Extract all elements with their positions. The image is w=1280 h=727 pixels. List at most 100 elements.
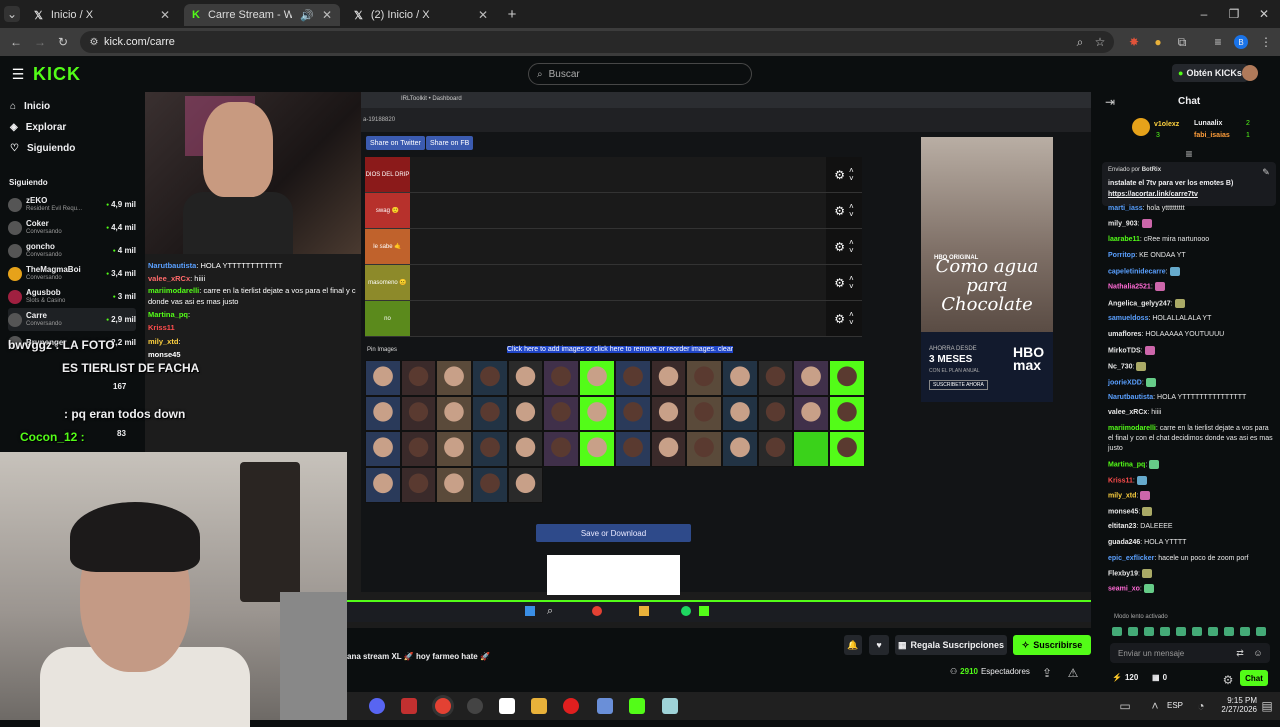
user-avatar[interactable]: [1242, 65, 1258, 81]
tab-x-inicio-2[interactable]: 𝕏 (2) Inicio / X ✕: [346, 4, 496, 26]
opera-icon[interactable]: [563, 698, 579, 714]
window-close-icon[interactable]: ✕: [1256, 6, 1272, 22]
nav-inicio[interactable]: ⌂ Inicio: [10, 101, 50, 112]
send-chat-button[interactable]: Chat: [1240, 670, 1268, 686]
emote-icon[interactable]: [1128, 627, 1138, 636]
gift-subs-button[interactable]: ▦ Regala Suscripciones: [895, 635, 1007, 655]
site-info-icon[interactable]: ⚙: [86, 34, 102, 50]
close-icon[interactable]: ✕: [322, 8, 332, 22]
new-tab-icon[interactable]: +: [504, 6, 520, 23]
discord-icon[interactable]: [369, 698, 385, 714]
chrome-icon[interactable]: [435, 698, 451, 714]
wifi-icon[interactable]: ◔: [1193, 698, 1209, 714]
back-icon[interactable]: ←: [8, 34, 24, 50]
folder-icon[interactable]: [531, 698, 547, 714]
emote-icon[interactable]: [1240, 627, 1250, 636]
tab-search-icon[interactable]: ⌄: [4, 6, 20, 22]
minimize-icon[interactable]: –: [1196, 6, 1212, 22]
following-item[interactable]: CokerConversando 4,4 mil: [8, 216, 136, 239]
pin-icon[interactable]: ✎: [1258, 164, 1274, 180]
clock[interactable]: 9:15 PM 2/27/2026: [1217, 696, 1257, 714]
chat-username[interactable]: samueldoss: [1108, 315, 1148, 322]
close-icon[interactable]: ✕: [478, 8, 488, 22]
chat-username[interactable]: marti_iass: [1108, 205, 1143, 212]
chat-username[interactable]: Nathalia2521: [1108, 283, 1151, 290]
extension-icon[interactable]: ✸: [1126, 34, 1142, 50]
chat-username[interactable]: laarabe11: [1108, 236, 1140, 243]
chat-username[interactable]: seami_xo: [1108, 585, 1140, 592]
profile-avatar[interactable]: B: [1234, 35, 1248, 49]
pinned-link[interactable]: https://acortar.link/carre7tv: [1108, 191, 1198, 198]
chat-username[interactable]: Flexby19: [1108, 570, 1138, 577]
nav-siguiendo[interactable]: ♡ Siguiendo: [10, 143, 75, 154]
tray-overflow-icon[interactable]: ˄: [1147, 698, 1163, 714]
app-icon[interactable]: [499, 698, 515, 714]
emote-icon[interactable]: [1176, 627, 1186, 636]
chat-settings-gear-icon[interactable]: ⚙: [1220, 672, 1236, 688]
extensions-puzzle-icon[interactable]: ⧉: [1174, 34, 1190, 50]
app-icon[interactable]: [662, 698, 678, 714]
emoji-icon[interactable]: ☺: [1250, 645, 1266, 661]
kick-app-icon[interactable]: [629, 698, 645, 714]
nav-explorar[interactable]: ◈ Explorar: [10, 122, 66, 133]
close-icon[interactable]: ✕: [160, 8, 170, 22]
app-icon[interactable]: [597, 698, 613, 714]
speaker-icon[interactable]: 🔊: [300, 9, 314, 22]
hamburger-menu-icon[interactable]: ☰: [10, 66, 26, 82]
chat-username[interactable]: Porritop: [1108, 252, 1135, 259]
subscribe-button[interactable]: ✧ Suscribirse: [1013, 635, 1091, 655]
chat-username[interactable]: joorieXDD: [1108, 379, 1142, 386]
chat-username[interactable]: Narutbautista: [1108, 394, 1153, 401]
kicks-balance[interactable]: ⚡ 120: [1112, 673, 1138, 682]
emote-icon[interactable]: [1224, 627, 1234, 636]
notifications-icon[interactable]: ▤: [1259, 698, 1275, 714]
menu-kebab-icon[interactable]: ⋮: [1258, 34, 1274, 50]
search-input[interactable]: ⌕ Buscar: [528, 63, 752, 85]
following-item[interactable]: TheMagmaBoiConversando 3,4 mil: [8, 262, 136, 285]
report-icon[interactable]: ⚠: [1065, 665, 1081, 681]
bookmark-star-icon[interactable]: ☆: [1092, 34, 1108, 50]
emote-icon[interactable]: [1192, 627, 1202, 636]
system-tray-icon[interactable]: ▭: [1117, 698, 1133, 714]
translate-icon[interactable]: ⇄: [1232, 645, 1248, 661]
maximize-icon[interactable]: ❐: [1226, 6, 1242, 22]
chat-username[interactable]: valee_xRCx: [1108, 409, 1147, 416]
chat-username[interactable]: mily_903: [1108, 220, 1138, 227]
emote-icon[interactable]: [1256, 627, 1266, 636]
gifts-balance[interactable]: ▦ 0: [1152, 673, 1167, 682]
follow-heart-button[interactable]: ♥: [869, 635, 889, 655]
app-icon[interactable]: [401, 698, 417, 714]
chat-username[interactable]: MirkoTDS: [1108, 347, 1141, 354]
get-kicks-button[interactable]: ● Obtén KICKs: [1172, 64, 1248, 82]
emote-icon[interactable]: [1144, 627, 1154, 636]
following-item[interactable]: AgusbobSlots & Casino 3 mil: [8, 285, 136, 308]
share-icon[interactable]: ⇪: [1039, 665, 1055, 681]
chat-username[interactable]: capeletinidecarre: [1108, 268, 1166, 275]
following-item[interactable]: gonchoConversando 4 mil: [8, 239, 136, 262]
tab-x-inicio[interactable]: 𝕏 Inicio / X ✕: [26, 4, 178, 26]
chat-input[interactable]: Enviar un mensaje ⇄ ☺: [1110, 643, 1270, 663]
following-item[interactable]: zEKOResident Evil Requ... 4,9 mil: [8, 193, 136, 216]
chat-username[interactable]: Kriss11: [1108, 477, 1133, 484]
chat-username[interactable]: Nc_730: [1108, 363, 1133, 370]
chat-username[interactable]: Angelica_gelyy247: [1108, 300, 1171, 307]
chat-username[interactable]: eltitan23: [1108, 523, 1136, 530]
language-indicator[interactable]: ESP: [1167, 701, 1183, 710]
chat-username[interactable]: umaflores: [1108, 331, 1141, 338]
reload-icon[interactable]: ↻: [55, 34, 71, 50]
chat-username[interactable]: epic_exflicker: [1108, 555, 1154, 562]
chat-username[interactable]: monse45: [1108, 508, 1138, 515]
expand-icon[interactable]: ≡: [1181, 146, 1197, 162]
zoom-icon[interactable]: ⌕: [1072, 34, 1088, 50]
obs-icon[interactable]: [467, 698, 483, 714]
chat-username[interactable]: guada246: [1108, 539, 1140, 546]
forward-icon[interactable]: →: [32, 34, 48, 50]
emote-icon[interactable]: [1112, 627, 1122, 636]
following-item-active[interactable]: CarreConversando 2,9 mil: [8, 308, 136, 331]
notification-bell-button[interactable]: 🔔: [844, 635, 862, 655]
kick-logo[interactable]: KICK: [33, 64, 81, 85]
extension-icon[interactable]: ●: [1150, 34, 1166, 50]
tab-kick-carre[interactable]: K Carre Stream - Watch Live o 🔊 ✕: [184, 4, 340, 26]
chat-username[interactable]: mily_xtd: [1108, 492, 1136, 499]
chat-username[interactable]: mariimodarelli: [1108, 425, 1156, 432]
